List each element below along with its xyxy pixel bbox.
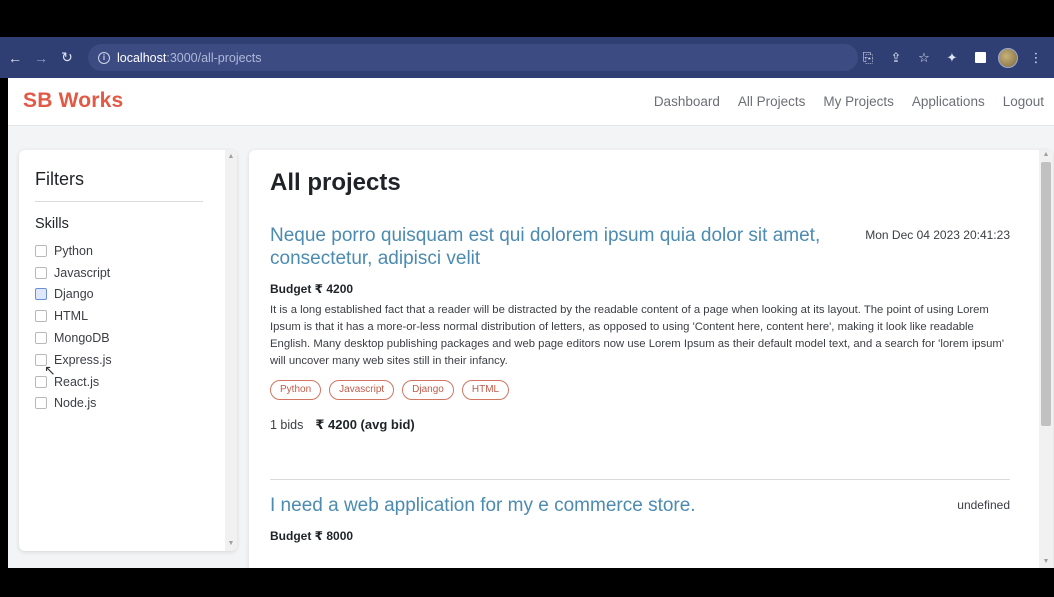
url-path: :3000/all-projects (166, 50, 262, 65)
page-title: All projects (270, 169, 401, 196)
skill-tag: Javascript (329, 380, 395, 400)
project-description: It is a long established fact that a rea… (270, 304, 1004, 367)
skills-list: Python Javascript Django HTML MongoDB Ex… (35, 240, 112, 414)
filters-title: Filters (35, 169, 84, 189)
skill-label: Javascript (54, 265, 111, 280)
scroll-down-arrow-icon[interactable]: ▼ (227, 540, 235, 548)
side-panel-icon[interactable] (968, 46, 992, 70)
project-title[interactable]: Neque porro quisquam est qui dolorem ips… (270, 224, 850, 270)
checkbox[interactable] (35, 397, 47, 410)
project-skill-tags: Python Javascript Django HTML (270, 380, 1010, 400)
skill-label: Django (54, 287, 94, 302)
forward-icon[interactable]: → (30, 47, 52, 69)
skill-option-python[interactable]: Python (35, 240, 112, 262)
bids-count: 1 bids (270, 418, 304, 432)
checkbox[interactable] (35, 266, 47, 279)
project-date: undefined (957, 498, 1010, 512)
skill-label: Python (54, 243, 93, 258)
projects-panel: All projects Neque porro quisquam est qu… (249, 150, 1053, 568)
nav-applications[interactable]: Applications (912, 94, 985, 109)
menu-kebab-icon[interactable]: ⋮ (1024, 46, 1048, 70)
scroll-down-arrow-icon[interactable]: ▼ (1042, 558, 1050, 565)
url-host: localhost (117, 50, 167, 65)
screen: ← → ↻ i localhost:3000/all-projects ⎘ ⇪ … (0, 0, 1054, 597)
profile-avatar[interactable] (996, 46, 1020, 70)
project-budget: Budget ₹ 4200 (270, 282, 354, 296)
skill-label: MongoDB (54, 331, 110, 346)
skill-label: Node.js (54, 396, 97, 411)
app-viewport: SB Works Dashboard All Projects My Proje… (8, 78, 1054, 568)
back-icon[interactable]: ← (4, 47, 26, 69)
address-bar[interactable]: i localhost:3000/all-projects (88, 44, 858, 71)
skill-tag: Python (270, 380, 322, 400)
project-card[interactable]: Neque porro quisquam est qui dolorem ips… (270, 224, 1010, 433)
skill-option-django[interactable]: Django (35, 284, 112, 306)
skill-label: Express.js (54, 352, 112, 367)
skill-option-nodejs[interactable]: Node.js (35, 393, 112, 415)
project-card[interactable]: I need a web application for my e commer… (270, 494, 1010, 543)
checkbox[interactable] (35, 244, 47, 257)
skill-option-javascript[interactable]: Javascript (35, 262, 112, 284)
nav-links: Dashboard All Projects My Projects Appli… (654, 94, 1044, 109)
install-app-icon[interactable]: ⎘ (856, 46, 880, 70)
project-divider (270, 479, 1010, 480)
project-budget: Budget ₹ 8000 (270, 529, 354, 543)
browser-actions: ⎘ ⇪ ☆ ✦ ⋮ (856, 37, 1048, 78)
project-bids: 1 bids ₹ 4200 (avg bid) (270, 417, 1010, 433)
top-navbar: SB Works Dashboard All Projects My Proje… (8, 78, 1054, 126)
filters-divider (35, 201, 203, 202)
nav-all-projects[interactable]: All Projects (738, 94, 806, 109)
skill-tag: HTML (461, 380, 510, 400)
nav-my-projects[interactable]: My Projects (823, 94, 894, 109)
average-bid: ₹ 4200 (avg bid) (315, 417, 415, 432)
skill-label: HTML (54, 309, 89, 324)
scrollbar-thumb[interactable] (1041, 162, 1051, 426)
scroll-up-arrow-icon[interactable]: ▲ (1042, 151, 1050, 158)
nav-logout[interactable]: Logout (1003, 94, 1044, 109)
skill-option-html[interactable]: HTML (35, 305, 112, 327)
browser-toolbar: ← → ↻ i localhost:3000/all-projects ⎘ ⇪ … (0, 37, 1054, 78)
share-icon[interactable]: ⇪ (884, 46, 908, 70)
checkbox[interactable] (35, 288, 47, 301)
bookmark-star-icon[interactable]: ☆ (912, 46, 936, 70)
skills-label: Skills (35, 216, 69, 232)
checkbox[interactable] (35, 332, 47, 345)
filters-scrollbar[interactable] (225, 150, 237, 551)
extensions-puzzle-icon[interactable]: ✦ (940, 46, 964, 70)
site-info-icon[interactable]: i (98, 51, 110, 64)
project-title[interactable]: I need a web application for my e commer… (270, 494, 850, 517)
skill-label: React.js (54, 374, 100, 389)
filters-panel: Filters Skills Python Javascript Django … (19, 150, 237, 551)
scroll-up-arrow-icon[interactable]: ▲ (227, 153, 235, 161)
reload-icon[interactable]: ↻ (56, 47, 78, 69)
brand-logo[interactable]: SB Works (23, 89, 123, 113)
checkbox[interactable] (35, 310, 47, 323)
project-date: Mon Dec 04 2023 20:41:23 (865, 228, 1010, 242)
nav-dashboard[interactable]: Dashboard (654, 94, 720, 109)
skill-option-mongodb[interactable]: MongoDB (35, 327, 112, 349)
skill-tag: Django (402, 380, 454, 400)
mouse-cursor-icon: ↖ (44, 362, 56, 378)
